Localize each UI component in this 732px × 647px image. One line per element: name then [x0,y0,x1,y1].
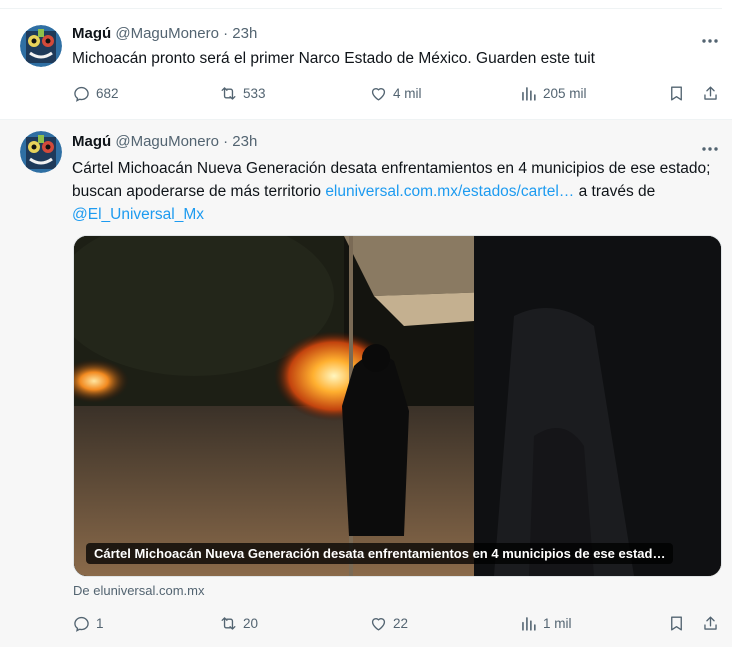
views-button[interactable]: 205 mil [519,84,587,103]
author-handle[interactable]: @MaguMonero [115,25,219,42]
media-caption: Cártel Michoacán Nueva Generación desata… [86,543,674,564]
tweet[interactable]: Magú @MaguMonero · 23h Cártel Michoacán … [0,120,732,647]
reply-button[interactable]: 1 [72,614,104,633]
mention-link[interactable]: @El_Universal_Mx [72,206,204,223]
tweet-text: Michoacán pronto será el primer Narco Es… [72,50,595,67]
tweet-text-part: a través de [574,183,656,200]
share-button[interactable] [701,84,720,103]
tweet-header: Magú @MaguMonero · 23h [72,133,257,150]
tweet-text: Cártel Michoacán Nueva Generación desata… [72,157,712,226]
avatar[interactable] [20,25,62,67]
retweet-count: 533 [243,86,266,101]
views-button[interactable]: 1 mil [519,614,572,633]
author-handle[interactable]: @MaguMonero [115,133,219,150]
link-card-media[interactable]: Cártel Michoacán Nueva Generación desata… [73,235,722,577]
reply-count: 1 [96,616,104,631]
video-thumbnail [74,236,721,576]
action-bar: 682 533 4 mil 205 mil [72,84,722,106]
share-icon [704,616,717,630]
share-button[interactable] [701,614,720,633]
bookmark-icon [671,616,682,631]
views-count: 205 mil [543,86,587,101]
reply-button[interactable]: 682 [72,84,119,103]
article-link[interactable]: eluniversal.com.mx/estados/cartel… [325,183,574,200]
retweet-icon [221,617,236,630]
reply-count: 682 [96,86,119,101]
more-icon[interactable] [700,139,720,159]
action-bar: 1 20 22 1 mil [72,614,722,636]
like-icon [371,618,386,631]
separator: · [223,133,229,150]
bookmark-button[interactable] [667,614,686,633]
author-name[interactable]: Magú [72,133,111,150]
retweet-count: 20 [243,616,259,631]
like-button[interactable]: 4 mil [369,84,422,103]
retweet-button[interactable]: 533 [219,84,266,103]
like-count: 22 [393,616,409,631]
timestamp[interactable]: 23h [232,133,257,150]
separator: · [223,25,229,42]
like-button[interactable]: 22 [369,614,408,633]
retweet-icon [221,87,236,100]
link-source[interactable]: De eluniversal.com.mx [73,583,205,598]
timestamp[interactable]: 23h [232,25,257,42]
views-count: 1 mil [543,616,572,631]
like-icon [371,88,386,101]
tweet-header: Magú @MaguMonero · 23h [72,25,257,42]
views-icon [522,617,536,631]
share-icon [704,86,717,100]
retweet-button[interactable]: 20 [219,614,258,633]
avatar[interactable] [20,131,62,173]
like-count: 4 mil [393,86,422,101]
views-icon [522,87,536,101]
tweet[interactable]: Magú @MaguMonero · 23h Michoacán pronto … [0,9,732,120]
reply-icon [74,86,89,102]
reply-icon [74,616,89,632]
bookmark-icon [671,86,682,101]
bookmark-button[interactable] [667,84,686,103]
author-name[interactable]: Magú [72,25,111,42]
